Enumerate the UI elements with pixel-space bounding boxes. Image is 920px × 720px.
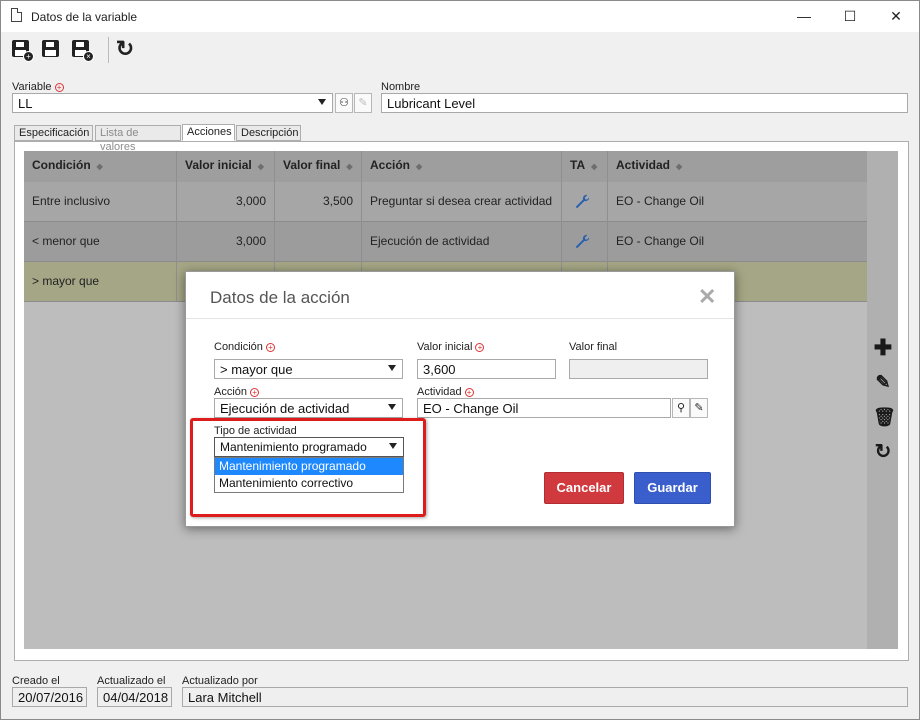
- sort-icon: ◆: [676, 162, 683, 171]
- sort-icon: ◆: [257, 162, 264, 171]
- cell-condicion: < menor que: [24, 222, 177, 262]
- cell-valor-inicial: 3,000: [177, 182, 275, 222]
- highlight-box: [190, 418, 426, 517]
- cell-accion: Ejecución de actividad: [362, 222, 562, 262]
- wrench-icon: [575, 234, 590, 249]
- cell-valor-inicial: 3,000: [177, 222, 275, 262]
- title-bar: Datos de la variable — ☐ ✕: [1, 1, 919, 32]
- cell-ta: [562, 182, 608, 222]
- actualizado-label: Actualizado el: [97, 675, 166, 687]
- nombre-label: Nombre: [381, 81, 421, 93]
- valor-final-field: [569, 359, 708, 379]
- tab-lista-de-valores: Lista de valores: [95, 125, 181, 153]
- creado-field: 20/07/2016: [12, 687, 87, 707]
- column-header-accion[interactable]: Acción ◆: [362, 151, 562, 182]
- valor-inicial-label: Valor inicial +: [417, 341, 485, 353]
- save-icon: [42, 40, 59, 57]
- save-close-button[interactable]: ×: [70, 38, 94, 62]
- close-button[interactable]: ✕: [873, 1, 919, 32]
- binoculars-button[interactable]: ⚇: [335, 93, 353, 113]
- actualizado-por-label: Actualizado por: [182, 675, 258, 687]
- table-row[interactable]: < menor que 3,000 Ejecución de actividad…: [24, 222, 867, 262]
- sort-icon: ◆: [416, 162, 423, 171]
- search-button[interactable]: ⚲: [672, 398, 690, 418]
- binoculars-icon: ⚇: [339, 97, 349, 109]
- actualizado-field: 04/04/2018: [97, 687, 172, 707]
- nombre-field[interactable]: Lubricant Level: [381, 93, 908, 113]
- cell-actividad: EO - Change Oil: [616, 194, 705, 208]
- cell-actividad: EO - Change Oil: [616, 234, 705, 248]
- valor-final-label: Valor final: [569, 341, 618, 353]
- brush-icon: ✎: [694, 402, 704, 414]
- toolbar-separator: [108, 37, 109, 63]
- clear-button[interactable]: ✎: [690, 398, 708, 418]
- clear-button: ✎: [354, 93, 372, 113]
- tab-acciones[interactable]: Acciones: [182, 124, 235, 141]
- variable-label: Variable +: [12, 81, 64, 93]
- required-icon: +: [475, 342, 485, 352]
- document-icon: [11, 8, 22, 22]
- tab-especificacion[interactable]: Especificación: [14, 125, 93, 141]
- table-row[interactable]: Entre inclusivo 3,000 3,500 Preguntar si…: [24, 182, 867, 222]
- required-icon: +: [265, 342, 275, 352]
- chevron-down-icon: [318, 99, 326, 105]
- tab-descripcion[interactable]: Descripción: [236, 125, 301, 141]
- brush-icon: ✎: [358, 97, 368, 109]
- save-button[interactable]: [40, 38, 62, 60]
- cell-condicion: Entre inclusivo: [24, 182, 177, 222]
- condicion-select[interactable]: > mayor que: [214, 359, 403, 379]
- refresh-icon[interactable]: ↻: [114, 38, 136, 60]
- save-new-button[interactable]: +: [10, 38, 34, 62]
- column-header-valor-inicial[interactable]: Valor inicial ◆: [177, 151, 275, 182]
- save-button[interactable]: Guardar: [634, 472, 711, 504]
- column-header-condicion[interactable]: Condición ◆: [24, 151, 177, 182]
- actualizado-por-field: Lara Mitchell: [182, 687, 908, 707]
- actividad-label: Actividad +: [417, 386, 474, 398]
- minimize-button[interactable]: —: [781, 1, 827, 32]
- cell-valor-final: 3,500: [275, 182, 362, 222]
- maximize-button[interactable]: ☐: [827, 1, 873, 32]
- grid-header: Condición ◆ Valor inicial ◆ Valor final ◆ A…: [24, 151, 867, 182]
- cell-accion: Preguntar si desea crear actividad: [362, 182, 562, 222]
- search-icon: ⚲: [676, 402, 686, 414]
- cell-valor-final: [275, 222, 362, 262]
- dialog-divider: [186, 318, 734, 319]
- edit-icon[interactable]: ✎: [873, 372, 893, 392]
- toolbar: + × ↻: [1, 32, 919, 66]
- required-icon: +: [464, 387, 474, 397]
- variable-select[interactable]: LL: [12, 93, 333, 113]
- close-icon[interactable]: ✕: [698, 284, 716, 310]
- window-title: Datos de la variable: [31, 10, 138, 24]
- grid-tools: ✚ ✎ 🗑 ↻: [867, 151, 898, 649]
- column-header-ta[interactable]: TA ◆: [562, 151, 608, 182]
- required-icon: +: [250, 387, 260, 397]
- chevron-down-icon: [388, 404, 396, 410]
- valor-inicial-field[interactable]: 3,600: [417, 359, 556, 379]
- actividad-field[interactable]: EO - Change Oil: [417, 398, 671, 418]
- cancel-button[interactable]: Cancelar: [544, 472, 624, 504]
- accion-label: Acción +: [214, 386, 260, 398]
- cell-condicion: > mayor que: [24, 262, 177, 302]
- sort-icon: ◆: [96, 162, 103, 171]
- wrench-icon: [575, 194, 590, 209]
- dialog-title: Datos de la acción: [210, 288, 350, 307]
- accion-select[interactable]: Ejecución de actividad: [214, 398, 403, 418]
- column-header-valor-final[interactable]: Valor final ◆: [275, 151, 362, 182]
- chevron-down-icon: [388, 365, 396, 371]
- required-icon: +: [54, 82, 64, 92]
- condicion-label: Condición +: [214, 341, 275, 353]
- trash-icon[interactable]: 🗑: [873, 407, 896, 427]
- add-icon[interactable]: ✚: [873, 337, 893, 359]
- sort-icon: ◆: [346, 162, 353, 171]
- refresh-icon[interactable]: ↻: [873, 442, 893, 462]
- creado-label: Creado el: [12, 675, 60, 687]
- sort-icon: ◆: [591, 162, 598, 171]
- column-header-actividad[interactable]: Actividad ◆: [608, 151, 867, 182]
- cell-ta: [562, 222, 608, 262]
